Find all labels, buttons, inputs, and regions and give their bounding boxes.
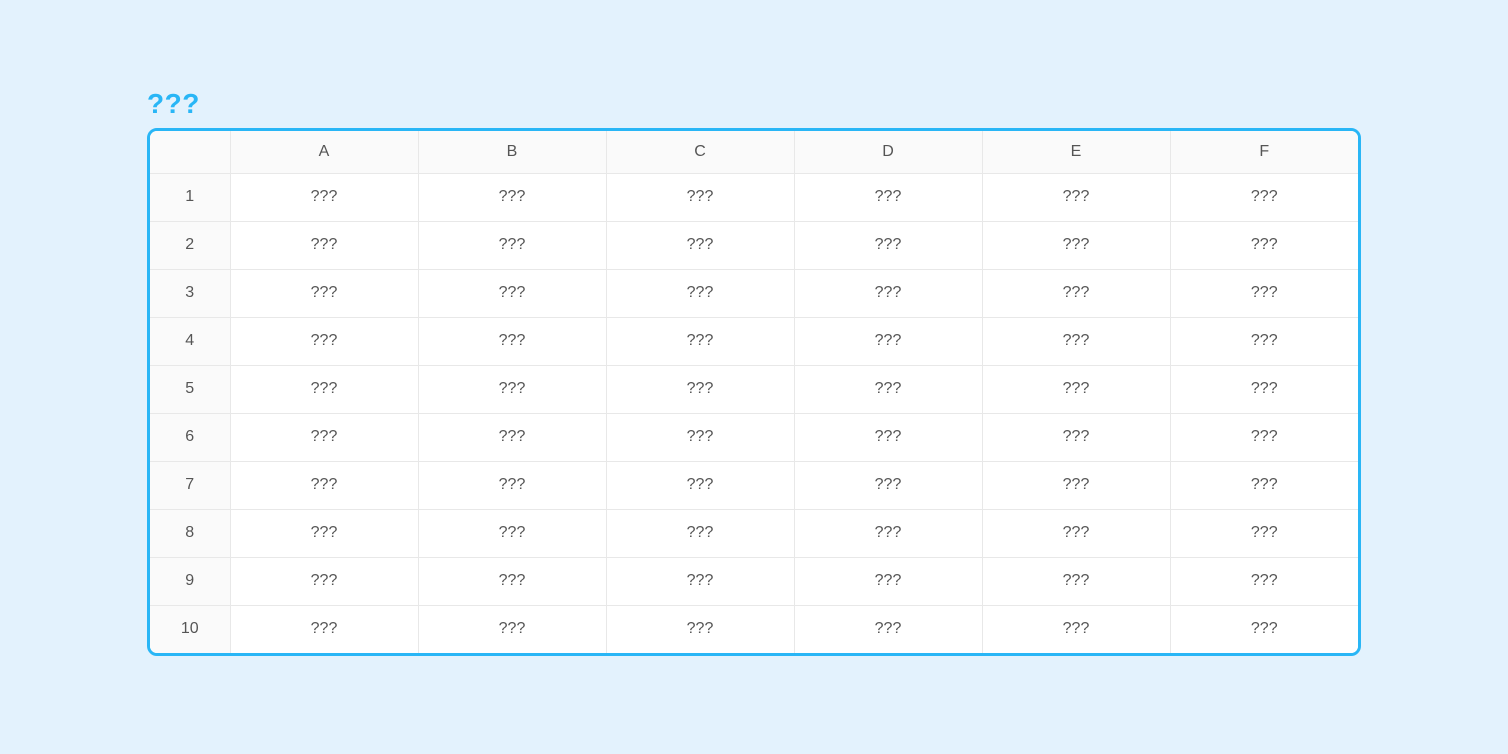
cell-D2[interactable]: ??? <box>794 221 982 269</box>
cell-E10[interactable]: ??? <box>982 605 1170 653</box>
cell-C3[interactable]: ??? <box>606 269 794 317</box>
corner-cell[interactable] <box>150 131 230 173</box>
cell-D9[interactable]: ??? <box>794 557 982 605</box>
row-header-10[interactable]: 10 <box>150 605 230 653</box>
cell-D7[interactable]: ??? <box>794 461 982 509</box>
cell-A1[interactable]: ??? <box>230 173 418 221</box>
column-header-row: A B C D E F <box>150 131 1358 173</box>
cell-F3[interactable]: ??? <box>1170 269 1358 317</box>
row-header-3[interactable]: 3 <box>150 269 230 317</box>
cell-F10[interactable]: ??? <box>1170 605 1358 653</box>
cell-F5[interactable]: ??? <box>1170 365 1358 413</box>
table-row: 7 ??? ??? ??? ??? ??? ??? <box>150 461 1358 509</box>
cell-C5[interactable]: ??? <box>606 365 794 413</box>
cell-C4[interactable]: ??? <box>606 317 794 365</box>
cell-D3[interactable]: ??? <box>794 269 982 317</box>
cell-B7[interactable]: ??? <box>418 461 606 509</box>
cell-E6[interactable]: ??? <box>982 413 1170 461</box>
row-header-2[interactable]: 2 <box>150 221 230 269</box>
cell-D1[interactable]: ??? <box>794 173 982 221</box>
row-header-5[interactable]: 5 <box>150 365 230 413</box>
cell-D6[interactable]: ??? <box>794 413 982 461</box>
row-header-8[interactable]: 8 <box>150 509 230 557</box>
cell-B3[interactable]: ??? <box>418 269 606 317</box>
cell-A9[interactable]: ??? <box>230 557 418 605</box>
cell-E2[interactable]: ??? <box>982 221 1170 269</box>
cell-A5[interactable]: ??? <box>230 365 418 413</box>
cell-A6[interactable]: ??? <box>230 413 418 461</box>
cell-B4[interactable]: ??? <box>418 317 606 365</box>
cell-B9[interactable]: ??? <box>418 557 606 605</box>
cell-F7[interactable]: ??? <box>1170 461 1358 509</box>
cell-E7[interactable]: ??? <box>982 461 1170 509</box>
table-row: 9 ??? ??? ??? ??? ??? ??? <box>150 557 1358 605</box>
cell-B1[interactable]: ??? <box>418 173 606 221</box>
cell-F9[interactable]: ??? <box>1170 557 1358 605</box>
cell-A7[interactable]: ??? <box>230 461 418 509</box>
cell-C7[interactable]: ??? <box>606 461 794 509</box>
spreadsheet: A B C D E F 1 ??? ??? ??? ??? ??? ??? <box>147 128 1361 656</box>
table-row: 8 ??? ??? ??? ??? ??? ??? <box>150 509 1358 557</box>
col-header-E[interactable]: E <box>982 131 1170 173</box>
cell-D8[interactable]: ??? <box>794 509 982 557</box>
cell-E8[interactable]: ??? <box>982 509 1170 557</box>
table-row: 3 ??? ??? ??? ??? ??? ??? <box>150 269 1358 317</box>
cell-D5[interactable]: ??? <box>794 365 982 413</box>
col-header-C[interactable]: C <box>606 131 794 173</box>
cell-C6[interactable]: ??? <box>606 413 794 461</box>
row-header-1[interactable]: 1 <box>150 173 230 221</box>
col-header-B[interactable]: B <box>418 131 606 173</box>
cell-F6[interactable]: ??? <box>1170 413 1358 461</box>
cell-E3[interactable]: ??? <box>982 269 1170 317</box>
cell-A4[interactable]: ??? <box>230 317 418 365</box>
cell-C10[interactable]: ??? <box>606 605 794 653</box>
cell-F1[interactable]: ??? <box>1170 173 1358 221</box>
cell-A3[interactable]: ??? <box>230 269 418 317</box>
cell-C8[interactable]: ??? <box>606 509 794 557</box>
row-header-6[interactable]: 6 <box>150 413 230 461</box>
cell-B8[interactable]: ??? <box>418 509 606 557</box>
table-row: 5 ??? ??? ??? ??? ??? ??? <box>150 365 1358 413</box>
spreadsheet-container: ??? A B C D E F 1 ??? ??? ??? <box>147 88 1361 656</box>
col-header-D[interactable]: D <box>794 131 982 173</box>
grid: A B C D E F 1 ??? ??? ??? ??? ??? ??? <box>150 131 1358 653</box>
row-header-4[interactable]: 4 <box>150 317 230 365</box>
cell-F2[interactable]: ??? <box>1170 221 1358 269</box>
table-row: 2 ??? ??? ??? ??? ??? ??? <box>150 221 1358 269</box>
cell-C9[interactable]: ??? <box>606 557 794 605</box>
cell-E1[interactable]: ??? <box>982 173 1170 221</box>
table-row: 4 ??? ??? ??? ??? ??? ??? <box>150 317 1358 365</box>
row-header-7[interactable]: 7 <box>150 461 230 509</box>
cell-B6[interactable]: ??? <box>418 413 606 461</box>
cell-A8[interactable]: ??? <box>230 509 418 557</box>
cell-D10[interactable]: ??? <box>794 605 982 653</box>
row-header-9[interactable]: 9 <box>150 557 230 605</box>
cell-B5[interactable]: ??? <box>418 365 606 413</box>
cell-D4[interactable]: ??? <box>794 317 982 365</box>
table-row: 1 ??? ??? ??? ??? ??? ??? <box>150 173 1358 221</box>
cell-C2[interactable]: ??? <box>606 221 794 269</box>
col-header-A[interactable]: A <box>230 131 418 173</box>
cell-E5[interactable]: ??? <box>982 365 1170 413</box>
cell-B10[interactable]: ??? <box>418 605 606 653</box>
cell-F4[interactable]: ??? <box>1170 317 1358 365</box>
cell-E4[interactable]: ??? <box>982 317 1170 365</box>
sheet-title: ??? <box>147 88 1361 120</box>
cell-F8[interactable]: ??? <box>1170 509 1358 557</box>
cell-B2[interactable]: ??? <box>418 221 606 269</box>
cell-A10[interactable]: ??? <box>230 605 418 653</box>
table-row: 6 ??? ??? ??? ??? ??? ??? <box>150 413 1358 461</box>
col-header-F[interactable]: F <box>1170 131 1358 173</box>
cell-E9[interactable]: ??? <box>982 557 1170 605</box>
cell-C1[interactable]: ??? <box>606 173 794 221</box>
table-row: 10 ??? ??? ??? ??? ??? ??? <box>150 605 1358 653</box>
cell-A2[interactable]: ??? <box>230 221 418 269</box>
